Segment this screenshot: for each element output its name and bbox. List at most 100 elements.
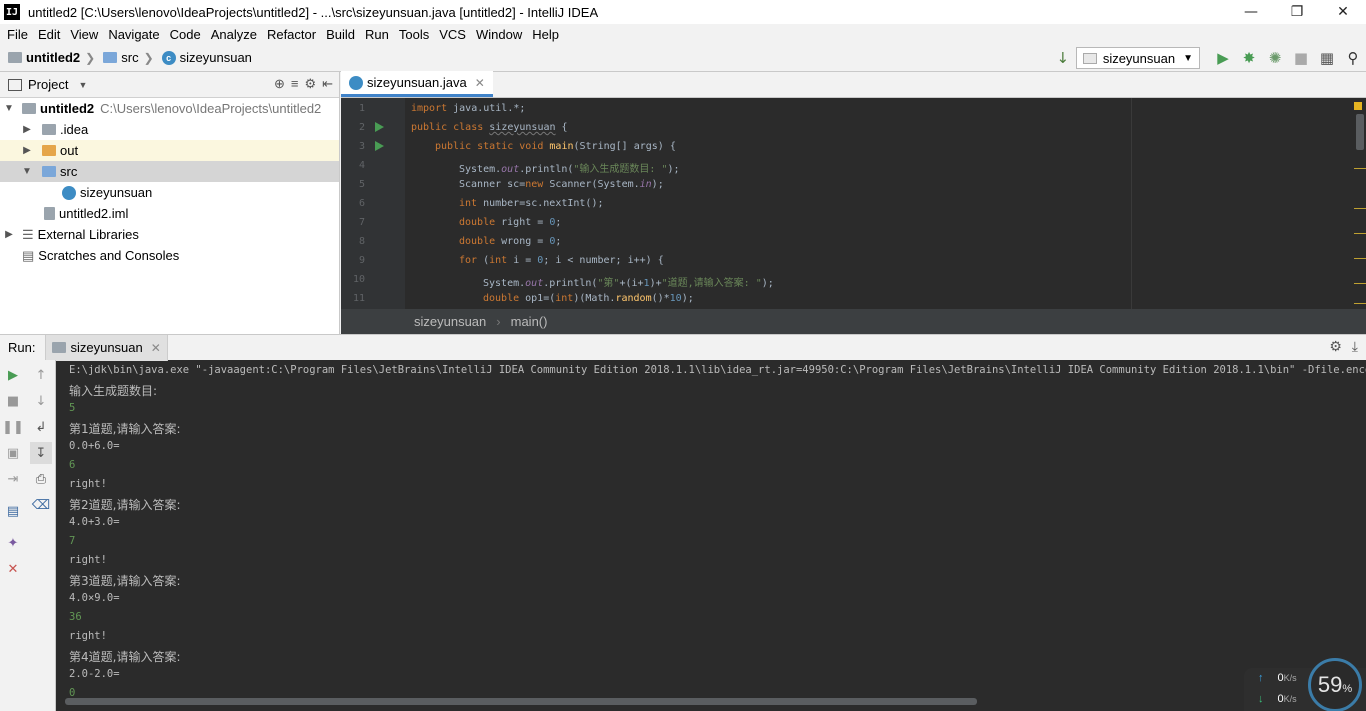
project-structure-icon[interactable]: ▦ bbox=[1314, 47, 1340, 69]
project-panel: Project ▼ ⊕ ≡ ⚙ ⇤ ▼ untitled2 C:\Users\l… bbox=[0, 72, 340, 334]
menu-build[interactable]: Build bbox=[321, 27, 360, 42]
search-everywhere-icon[interactable]: ⚲ bbox=[1340, 47, 1366, 69]
chevron-down-icon: ▼ bbox=[1183, 52, 1193, 64]
chevron-down-icon[interactable]: ▼ bbox=[2, 103, 16, 114]
pause-icon[interactable]: ❚❚ bbox=[2, 416, 24, 438]
menu-window[interactable]: Window bbox=[471, 27, 527, 42]
tree-item-label: untitled2 bbox=[40, 101, 95, 116]
chevron-down-icon[interactable]: ▼ bbox=[20, 166, 34, 177]
rerun-icon[interactable]: ▶ bbox=[2, 364, 24, 386]
scroll-to-end-icon[interactable]: ↧ bbox=[30, 442, 52, 464]
tree-item-iml[interactable]: untitled2.iml bbox=[0, 203, 339, 224]
hide-icon[interactable]: ⇤ bbox=[322, 76, 333, 92]
layout-icon[interactable]: ▤ bbox=[2, 500, 24, 522]
locate-icon[interactable]: ⊕ bbox=[274, 76, 285, 92]
console-input-line: 6 bbox=[69, 459, 76, 471]
network-speed-widget[interactable]: ↑ 0K/s ↓ 0K/s 59% bbox=[1244, 658, 1366, 711]
code-area[interactable]: import java.util.*; public class sizeyun… bbox=[405, 98, 1366, 309]
tab-sizeyunsuan-java[interactable]: sizeyunsuan.java ✕ bbox=[341, 71, 493, 97]
gear-icon[interactable]: ⚙ bbox=[304, 76, 316, 92]
stop-icon[interactable]: ■ bbox=[1288, 47, 1314, 69]
tree-item-label: .idea bbox=[60, 122, 89, 137]
stripe-mark[interactable] bbox=[1354, 303, 1366, 304]
menu-code[interactable]: Code bbox=[165, 27, 206, 42]
menu-view[interactable]: View bbox=[65, 27, 103, 42]
project-panel-title[interactable]: Project bbox=[28, 77, 68, 92]
breadcrumb-project[interactable]: untitled2 ❯ bbox=[8, 50, 95, 65]
code-line: double right = 0; bbox=[459, 217, 562, 228]
tree-item-idea[interactable]: ▶ .idea bbox=[0, 119, 339, 140]
close-icon[interactable]: ✕ bbox=[151, 341, 161, 355]
console-output[interactable]: E:\jdk\bin\java.exe "-javaagent:C:\Progr… bbox=[57, 360, 1366, 711]
menu-refactor[interactable]: Refactor bbox=[262, 27, 321, 42]
exit-icon[interactable]: ⇥ bbox=[2, 468, 24, 490]
print-icon[interactable]: ⎙ bbox=[30, 468, 52, 490]
stripe-mark[interactable] bbox=[1354, 283, 1366, 284]
run-gutter-icon[interactable] bbox=[375, 122, 384, 132]
chevron-down-icon[interactable]: ▼ bbox=[78, 80, 87, 90]
menu-edit[interactable]: Edit bbox=[33, 27, 65, 42]
build-icon[interactable]: ↓ bbox=[1050, 47, 1076, 69]
project-icon bbox=[8, 78, 22, 91]
coverage-icon[interactable]: ✺ bbox=[1262, 47, 1288, 69]
window-title: untitled2 [C:\Users\lenovo\IdeaProjects\… bbox=[28, 4, 599, 20]
stripe-mark[interactable] bbox=[1354, 168, 1366, 169]
line-number: 10 bbox=[352, 274, 365, 285]
tree-item-scratches[interactable]: ▤ Scratches and Consoles bbox=[0, 245, 339, 266]
console-line: right! bbox=[69, 478, 107, 490]
stripe-mark[interactable] bbox=[1354, 258, 1366, 259]
run-config-select[interactable]: sizeyunsuan ▼ bbox=[1075, 47, 1200, 69]
editor-tabs: sizeyunsuan.java ✕ bbox=[341, 71, 1366, 98]
trash-icon[interactable]: ⌫ bbox=[30, 494, 52, 516]
stripe-mark[interactable] bbox=[1354, 208, 1366, 209]
stripe-mark[interactable] bbox=[1354, 233, 1366, 234]
tree-item-untitled2[interactable]: ▼ untitled2 C:\Users\lenovo\IdeaProjects… bbox=[0, 98, 339, 119]
close-button[interactable]: ✕ bbox=[1320, 0, 1366, 24]
close-icon[interactable]: ✕ bbox=[475, 76, 485, 90]
minimize-button[interactable]: — bbox=[1228, 0, 1274, 24]
tree-item-sizeyunsuan[interactable]: sizeyunsuan bbox=[0, 182, 339, 203]
tab-run-sizeyunsuan[interactable]: sizeyunsuan ✕ bbox=[45, 334, 168, 361]
crumb-method[interactable]: main() bbox=[511, 314, 548, 329]
source-folder-icon bbox=[103, 52, 118, 63]
run-icon[interactable]: ▶ bbox=[1210, 47, 1236, 69]
breadcrumb-class[interactable]: c sizeyunsuan bbox=[161, 50, 252, 65]
tree-item-out[interactable]: ▶ out bbox=[0, 140, 339, 161]
console-horizontal-scrollbar[interactable] bbox=[65, 698, 977, 705]
line-number: 3 bbox=[358, 141, 365, 152]
memory-gauge[interactable]: 59% bbox=[1308, 658, 1362, 711]
run-panel-label: Run: bbox=[8, 340, 36, 355]
breadcrumb-src[interactable]: src ❯ bbox=[103, 50, 154, 65]
download-rate: ↓ 0K/s bbox=[1258, 693, 1297, 705]
code-line: import java.util.*; bbox=[411, 103, 526, 114]
menu-help[interactable]: Help bbox=[527, 27, 564, 42]
tree-item-external-libraries[interactable]: ▶ ☰ External Libraries bbox=[0, 224, 339, 245]
gear-icon[interactable]: ⚙ bbox=[1329, 338, 1342, 354]
menu-tools[interactable]: Tools bbox=[394, 27, 434, 42]
chevron-right-icon[interactable]: ▶ bbox=[20, 145, 34, 156]
dump-threads-icon[interactable]: ▣ bbox=[2, 442, 24, 464]
chevron-right-icon[interactable]: ▶ bbox=[20, 124, 34, 135]
soft-wrap-icon[interactable]: ↲ bbox=[30, 416, 52, 438]
console-line: 第3道题,请输入答案: bbox=[69, 574, 181, 588]
menu-navigate[interactable]: Navigate bbox=[103, 27, 164, 42]
debug-icon[interactable]: ✸ bbox=[1236, 47, 1262, 69]
run-gutter-icon[interactable] bbox=[375, 141, 384, 151]
tree-item-src[interactable]: ▼ src bbox=[0, 161, 339, 182]
menu-vcs[interactable]: VCS bbox=[434, 27, 471, 42]
menu-analyze[interactable]: Analyze bbox=[206, 27, 262, 42]
close-icon[interactable]: ✕ bbox=[2, 558, 24, 580]
stop-icon[interactable]: ■ bbox=[2, 390, 24, 412]
gauge-percent-sign: % bbox=[1342, 683, 1353, 695]
iml-file-icon bbox=[44, 207, 55, 220]
pin-icon[interactable]: ✦ bbox=[2, 532, 24, 554]
up-arrow-icon[interactable]: ↑ bbox=[30, 364, 52, 386]
menu-run[interactable]: Run bbox=[360, 27, 394, 42]
maximize-button[interactable]: ❐ bbox=[1274, 0, 1320, 24]
crumb-class[interactable]: sizeyunsuan bbox=[414, 314, 486, 329]
hide-panel-icon[interactable]: ⤓ bbox=[1352, 338, 1358, 354]
chevron-right-icon[interactable]: ▶ bbox=[2, 229, 16, 240]
down-arrow-icon[interactable]: ↓ bbox=[30, 390, 52, 412]
collapse-icon[interactable]: ≡ bbox=[291, 76, 299, 92]
menu-file[interactable]: File bbox=[2, 27, 33, 42]
